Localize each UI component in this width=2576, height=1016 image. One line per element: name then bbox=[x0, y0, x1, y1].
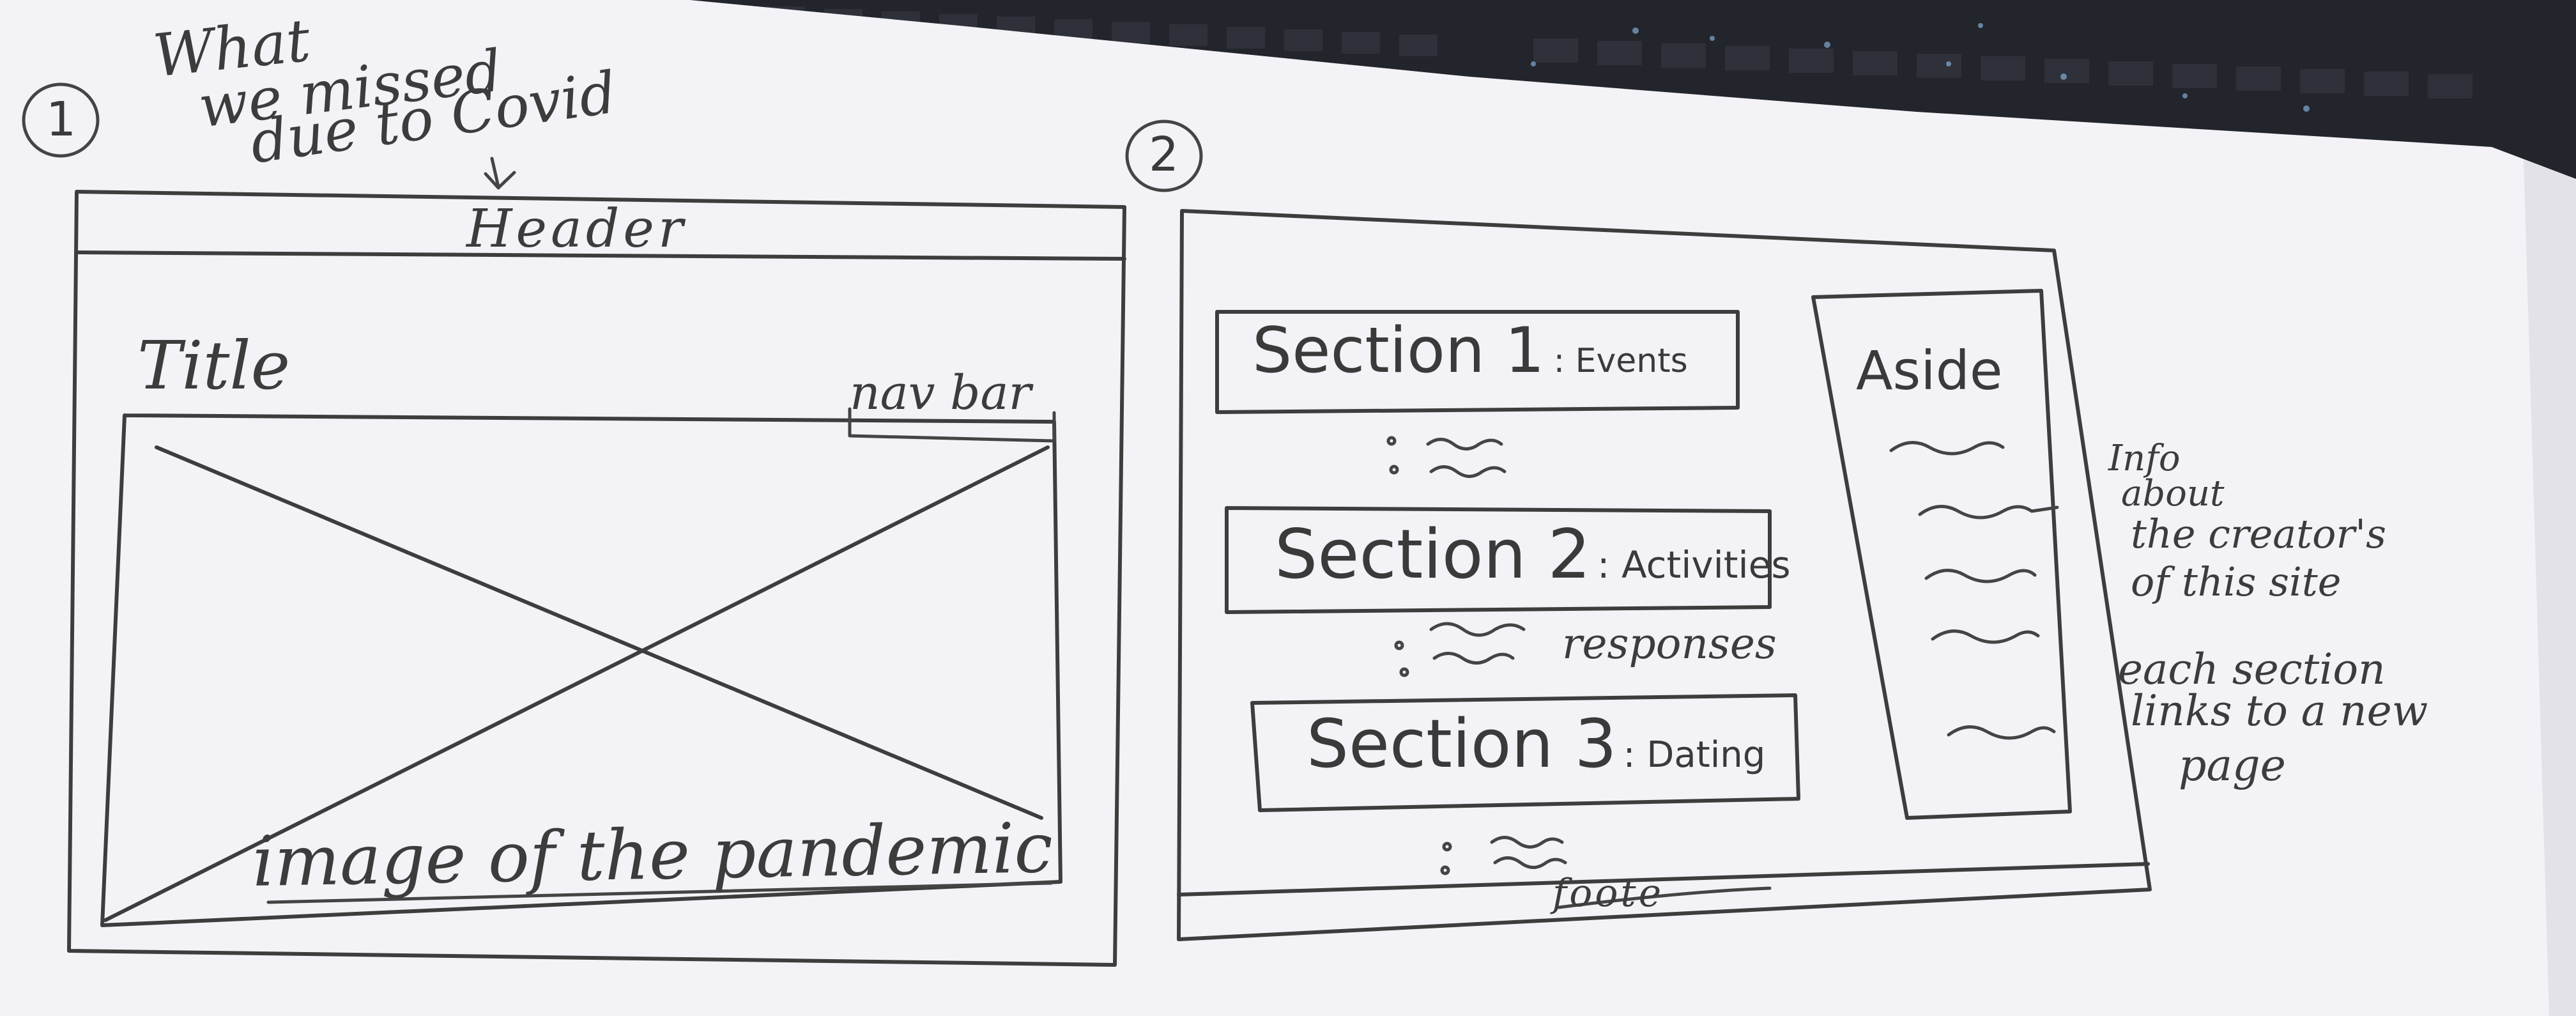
section-2[interactable]: Section 2: Activities bbox=[1275, 521, 1791, 589]
note-line-4: of this site bbox=[2131, 558, 2342, 605]
section-3-topic: : Dating bbox=[1623, 734, 1766, 776]
sketch2-number: 2 bbox=[1149, 127, 1179, 182]
sketch1-number: 1 bbox=[46, 92, 77, 147]
section-3-name: Section 3 bbox=[1307, 705, 1617, 783]
note-line-5: each section bbox=[2118, 645, 2386, 694]
section-1-name: Section 1 bbox=[1252, 314, 1545, 387]
note-line-2: about bbox=[2121, 473, 2225, 514]
header-label: Header bbox=[466, 199, 687, 259]
section-1[interactable]: Section 1: Events bbox=[1252, 319, 1688, 382]
responses-label: responses bbox=[1562, 619, 1777, 668]
aside-label: Aside bbox=[1856, 339, 2003, 402]
section-2-topic: : Activities bbox=[1597, 543, 1791, 587]
section-1-topic: : Events bbox=[1553, 342, 1688, 380]
nav-bar-label: nav bar bbox=[850, 366, 1031, 420]
footer-label: foote bbox=[1552, 871, 1664, 916]
title-label: Title bbox=[137, 327, 291, 404]
image-caption: image of the pandemic bbox=[251, 808, 1054, 902]
note-line-7: page bbox=[2179, 741, 2286, 791]
note-line-1: Info bbox=[2108, 438, 2181, 479]
note-line-3: the creator's bbox=[2131, 511, 2387, 557]
section-3[interactable]: Section 3: Dating bbox=[1307, 711, 1765, 777]
note-line-6: links to a new bbox=[2131, 686, 2428, 735]
section-2-name: Section 2 bbox=[1275, 515, 1591, 594]
